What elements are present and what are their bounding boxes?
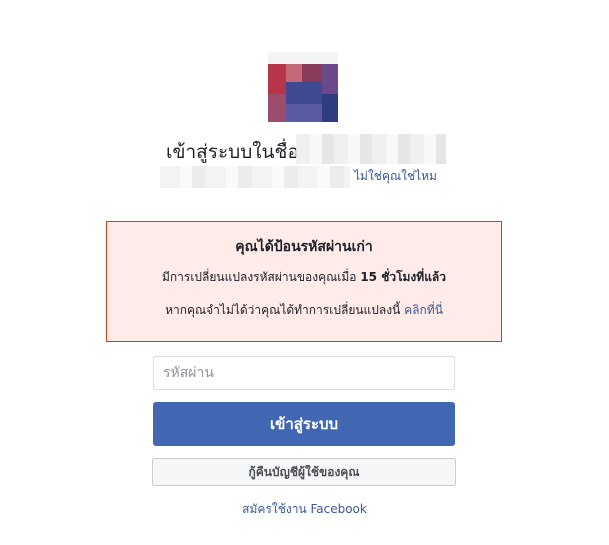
alert-title: คุณได้ป้อนรหัสผ่านเก่า	[235, 239, 373, 255]
redacted-name	[296, 134, 446, 164]
alert-not-you-message: หากคุณจำไม่ได้ว่าคุณได้ทำการเปลี่ยนแปลงน…	[107, 301, 501, 320]
signup-link[interactable]: สมัครใช้งาน Facebook	[0, 500, 609, 519]
login-button[interactable]: เข้าสู่ระบบ	[153, 402, 455, 446]
click-here-link[interactable]: คลิกที่นี่	[404, 303, 443, 317]
redacted-email	[160, 166, 350, 188]
password-input[interactable]	[153, 356, 455, 390]
profile-avatar	[268, 52, 338, 122]
not-you-link[interactable]: ไม่ใช่คุณใช่ไหม	[354, 167, 437, 186]
old-password-alert: คุณได้ป้อนรหัสผ่านเก่า มีการเปลี่ยนแปลงร…	[106, 221, 502, 342]
alert-changed-message: มีการเปลี่ยนแปลงรหัสผ่านของคุณเมื่อ 15 ช…	[107, 268, 501, 287]
alert-not-you-prefix: หากคุณจำไม่ได้ว่าคุณได้ทำการเปลี่ยนแปลงน…	[165, 303, 401, 317]
alert-changed-prefix: มีการเปลี่ยนแปลงรหัสผ่านของคุณเมื่อ	[161, 270, 357, 284]
alert-changed-time: 15 ชั่วโมงที่แล้ว	[360, 270, 447, 284]
login-as-label: เข้าสู่ระบบในชื่อ	[166, 141, 299, 163]
recover-account-button[interactable]: กู้คืนบัญชีผู้ใช้ของคุณ	[152, 458, 456, 486]
